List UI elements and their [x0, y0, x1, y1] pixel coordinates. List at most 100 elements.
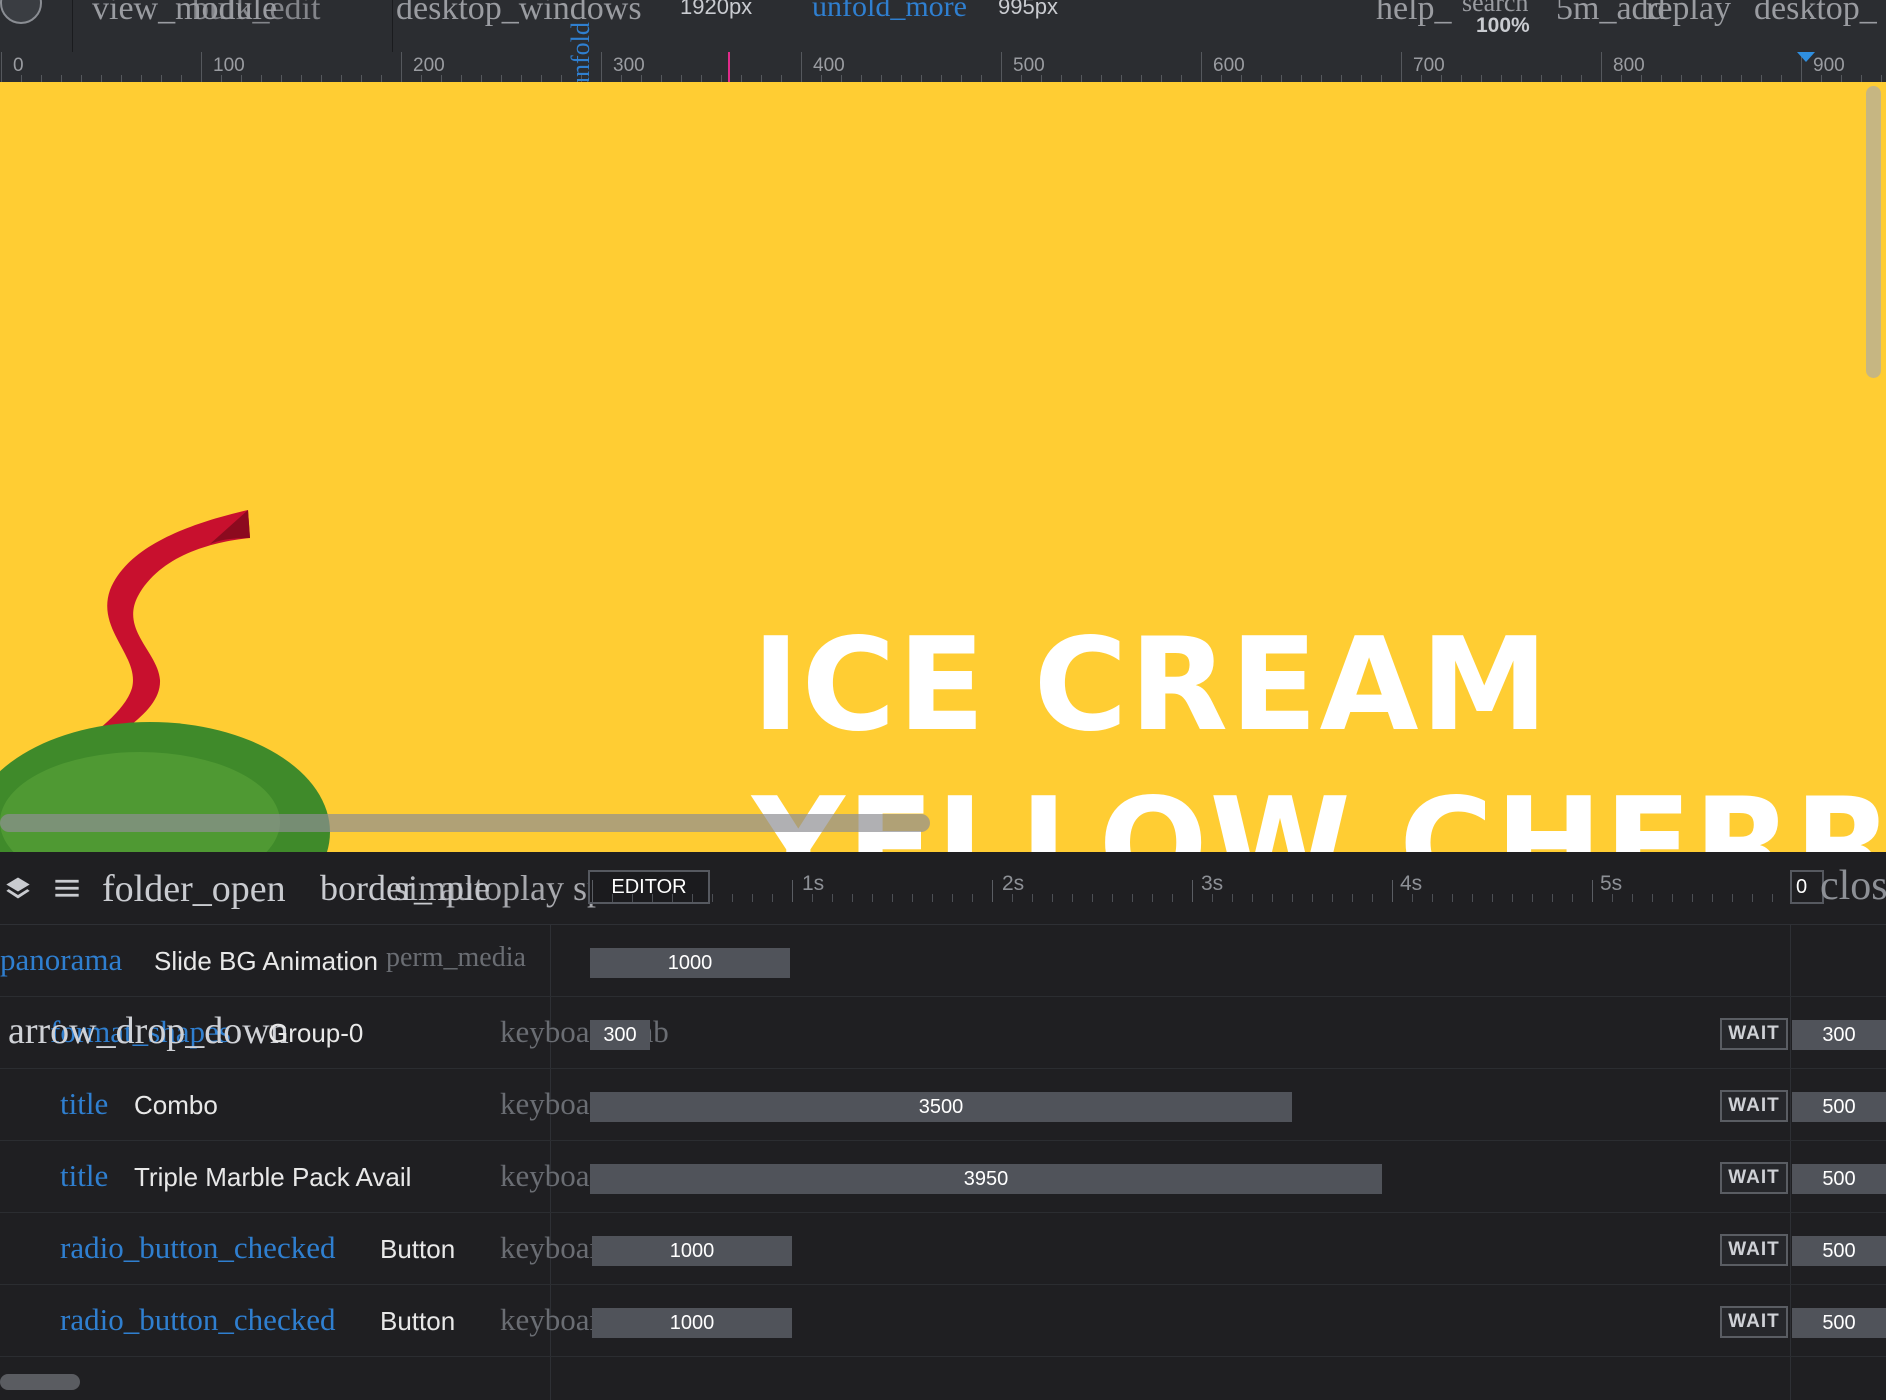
wait-value[interactable]: 500 [1792, 1164, 1886, 1194]
ruler-major-tick [1, 52, 2, 82]
layers-icon[interactable] [4, 874, 32, 902]
timeline-tick [1232, 894, 1233, 902]
desktop-windows-icon[interactable]: desktop_windows [396, 0, 642, 26]
viewport-indicator-icon[interactable] [1797, 52, 1815, 62]
ruler-minor-tick [381, 75, 382, 82]
ruler-minor-tick [521, 75, 522, 82]
slide-canvas[interactable]: ICE CREAM YELLOW CHERRY [0, 82, 1886, 852]
ruler-major-tick [401, 52, 402, 82]
timeline-tick [1172, 894, 1173, 902]
timeline-tick [1652, 894, 1653, 902]
ruler-minor-tick [181, 75, 182, 82]
wait-value[interactable]: 300 [1792, 1020, 1886, 1050]
unfold-vertical-icon[interactable]: unfold [566, 22, 595, 90]
timeline-tick [1772, 894, 1773, 902]
ruler-minor-tick [1421, 75, 1422, 82]
timeline-tick [1712, 894, 1713, 902]
ruler-minor-tick [1481, 75, 1482, 82]
timeline-tick [1672, 894, 1673, 902]
ruler-label: 600 [1213, 55, 1245, 76]
layer-name[interactable]: Slide BG Animation [154, 946, 378, 977]
timeline-tick [1452, 894, 1453, 902]
timeline-horizontal-scrollbar[interactable] [0, 1374, 80, 1390]
ruler-minor-tick [661, 75, 662, 82]
ruler-minor-tick [1781, 75, 1782, 82]
timeline-tick [772, 894, 773, 902]
ribbon-and-leaf-illustration [0, 510, 330, 852]
ruler-label: 700 [1413, 55, 1445, 76]
timeline-tick [612, 894, 613, 902]
layer-name[interactable]: Group-0 [268, 1018, 363, 1049]
ruler-minor-tick [781, 75, 782, 82]
timeline-row[interactable]: title Triple Marble Pack Avail keyboard_… [0, 1140, 1886, 1213]
timeline-header: folder_open border_ simple autoplay spee… [0, 852, 1886, 925]
timeline-tick [972, 894, 973, 902]
timeline-row[interactable]: format_shapes arrow_drop_down Group-0 ke… [0, 996, 1886, 1069]
wait-label: WAIT [1720, 1234, 1788, 1266]
help-icon[interactable]: help_ [1376, 0, 1452, 26]
folder-open-icon[interactable]: folder_open [102, 870, 286, 908]
ruler-minor-tick [761, 75, 762, 82]
timeline-row[interactable]: title Combo keyboard_tab 3500 WAIT 500 [0, 1068, 1886, 1141]
animation-bar[interactable]: 3950 [590, 1164, 1382, 1194]
wait-value[interactable]: 500 [1792, 1092, 1886, 1122]
layer-name[interactable]: Combo [134, 1090, 218, 1121]
horizontal-ruler[interactable]: 0 100 200 300 400 500 600 700 800 900 [0, 52, 1886, 83]
timeline-tick [832, 894, 833, 902]
unfold-more-icon[interactable]: unfold_more [812, 0, 967, 22]
perm-media-icon[interactable]: perm_media [386, 944, 526, 972]
arrow-drop-down-icon[interactable]: arrow_drop_down [8, 1012, 289, 1050]
slide-heading-line1[interactable]: ICE CREAM [752, 622, 1550, 750]
animation-bar[interactable]: 3500 [590, 1092, 1292, 1122]
ruler-minor-tick [1461, 75, 1462, 82]
ruler-minor-tick [1641, 75, 1642, 82]
wait-value[interactable]: 500 [1792, 1236, 1886, 1266]
timeline-tick [1092, 894, 1093, 902]
canvas-width-value[interactable]: 1920px [680, 0, 752, 20]
ruler-label: 800 [1613, 55, 1645, 76]
ruler-minor-tick [41, 75, 42, 82]
wait-value[interactable]: 500 [1792, 1308, 1886, 1338]
ruler-minor-tick [1241, 75, 1242, 82]
layer-name[interactable]: Triple Marble Pack Avail [134, 1162, 411, 1193]
layer-name[interactable]: Button [380, 1306, 455, 1337]
layer-name[interactable]: Button [380, 1234, 455, 1265]
ruler-minor-tick [361, 75, 362, 82]
desktop-preview-icon[interactable]: desktop_ [1754, 0, 1877, 26]
time-label-2s: 2s [1002, 872, 1025, 895]
timeline-row[interactable]: radio_button_checked Button keyboard_tab… [0, 1284, 1886, 1357]
timeline-tick [1352, 894, 1353, 902]
timeline-tick [1252, 894, 1253, 902]
ruler-position-marker [728, 52, 730, 82]
bulk-edit-icon[interactable]: bulk_edit [192, 0, 320, 26]
canvas-horizontal-scrollbar[interactable] [0, 814, 930, 832]
menu-icon[interactable] [52, 874, 82, 902]
ruler-minor-tick [221, 75, 222, 82]
ruler-label: 400 [813, 55, 845, 76]
close-icon[interactable]: close [1820, 862, 1886, 910]
ruler-minor-tick [621, 75, 622, 82]
ruler-minor-tick [1161, 75, 1162, 82]
wait-label: WAIT [1720, 1162, 1788, 1194]
zoom-level[interactable]: 100% [1476, 14, 1530, 38]
canvas-vertical-scrollbar[interactable] [1866, 86, 1881, 378]
wait-label: WAIT [1720, 1090, 1788, 1122]
canvas-height-value[interactable]: 995px [998, 0, 1058, 20]
replay-icon[interactable]: replay [1646, 0, 1731, 26]
ruler-minor-tick [1441, 75, 1442, 82]
ruler-major-tick [1401, 52, 1402, 82]
ruler-minor-tick [841, 75, 842, 82]
wordpress-logo-icon[interactable] [0, 0, 42, 24]
timeline-row[interactable]: panorama Slide BG Animation perm_media 1… [0, 924, 1886, 997]
radio-button-checked-icon: radio_button_checked [60, 1230, 336, 1265]
timeline-tick [1112, 894, 1113, 902]
animation-bar[interactable]: 300 [590, 1020, 650, 1050]
ruler-major-tick [1201, 52, 1202, 82]
timeline-row[interactable]: radio_button_checked Button keyboard_tab… [0, 1212, 1886, 1285]
timeline-tick [752, 894, 753, 902]
timeline-end-input[interactable]: 0 [1790, 870, 1824, 904]
ruler-minor-tick [341, 75, 342, 82]
animation-bar[interactable]: 1000 [590, 948, 790, 978]
animation-bar[interactable]: 1000 [592, 1308, 792, 1338]
animation-bar[interactable]: 1000 [592, 1236, 792, 1266]
